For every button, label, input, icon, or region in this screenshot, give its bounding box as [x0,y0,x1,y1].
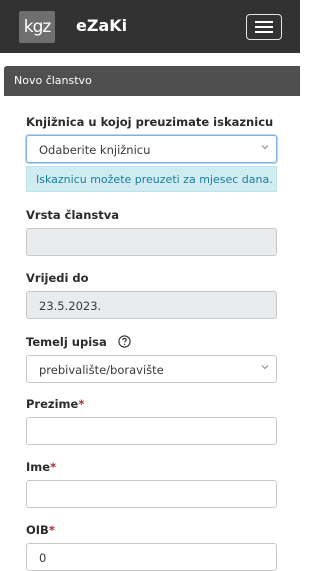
oib-input[interactable]: 0 [26,543,277,571]
valid-until-value: 23.5.2023. [39,299,102,313]
enrollment-basis-select[interactable]: prebivalište/boravište [26,355,277,383]
surname-input[interactable] [26,417,277,445]
name-input[interactable] [26,480,277,508]
chevron-down-icon [261,145,269,150]
library-select[interactable]: Odaberite knjižnicu [26,135,277,163]
membership-type-label: Vrsta članstva [26,208,119,222]
required-mark: * [50,460,57,474]
membership-type-field [26,228,277,256]
enrollment-basis-value: prebivalište/boravište [39,363,164,377]
name-label: Ime* [26,460,57,474]
top-navbar: kgz eZaKi [0,0,300,53]
library-select-value: Odaberite knjižnicu [39,143,151,157]
required-mark: * [78,397,85,411]
brand-title[interactable]: eZaKi [76,16,127,35]
section-header: Novo članstvo [4,66,300,96]
valid-until-field: 23.5.2023. [26,291,277,319]
info-alert: Iskaznicu možete preuzeti za mjesec dana… [26,166,277,192]
valid-until-label: Vrijedi do [26,271,89,285]
navbar-toggle-button[interactable] [246,14,282,40]
info-alert-text: Iskaznicu možete preuzeti za mjesec dana… [36,173,273,186]
enrollment-basis-label: Temelj upisa [26,335,107,349]
required-mark: * [48,523,55,537]
oib-label: OIB* [26,523,55,537]
chevron-down-icon [261,365,269,370]
surname-label: Prezime* [26,397,85,411]
question-circle-icon[interactable] [118,335,131,348]
section-title: Novo članstvo [14,74,92,87]
library-label: Knjižnica u kojoj preuzimate iskaznicu [26,115,274,129]
oib-value: 0 [39,551,47,565]
hamburger-menu-icon [255,21,273,23]
kgz-logo[interactable]: kgz [19,11,55,43]
